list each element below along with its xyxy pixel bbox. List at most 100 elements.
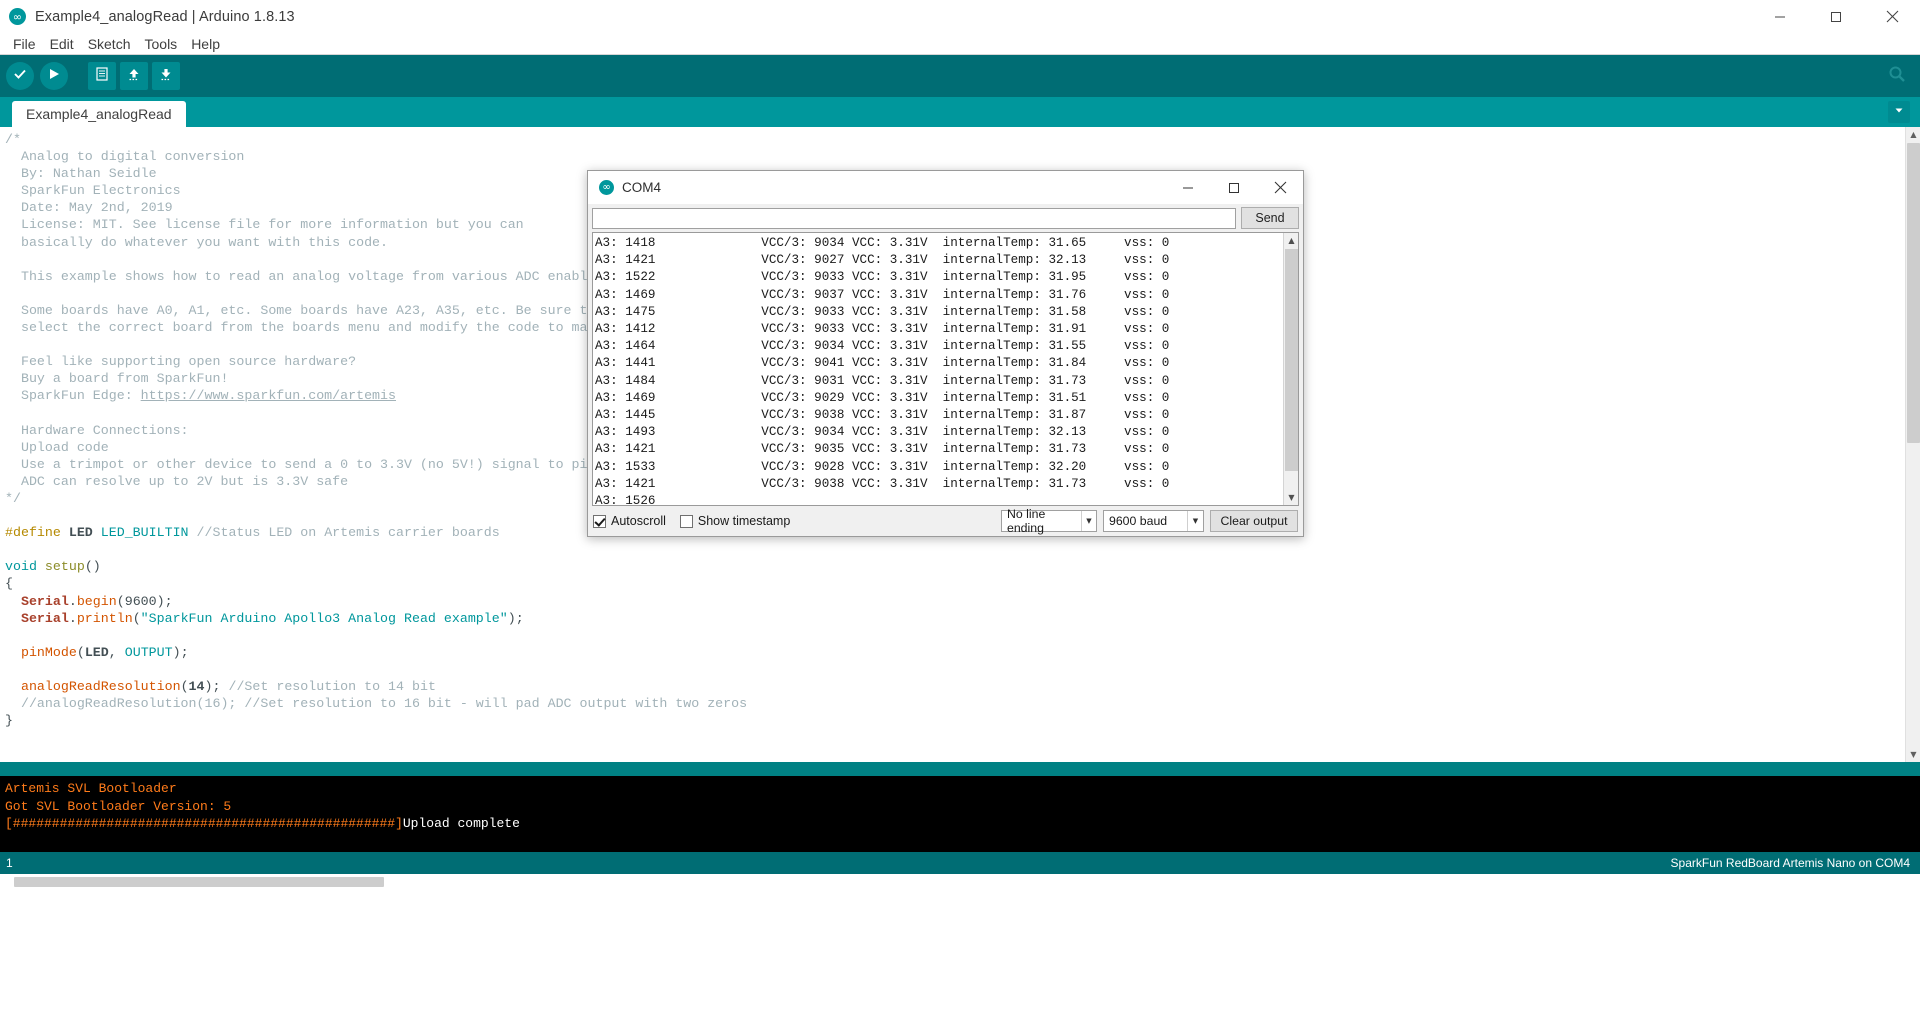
autoscroll-checkbox[interactable] (593, 514, 606, 528)
code-token: */ (5, 490, 21, 506)
bottom-strip (0, 874, 1920, 890)
code-line: Serial.begin(9600); (5, 593, 1920, 610)
maximize-icon[interactable] (1808, 0, 1864, 33)
serial-output-scrollbar[interactable]: ▲ ▼ (1283, 233, 1298, 505)
serial-output-row: A3: 1526 (595, 494, 762, 505)
scroll-up-icon[interactable]: ▲ (1284, 233, 1298, 248)
chevron-down-icon (1893, 103, 1905, 121)
code-token: Serial (5, 593, 69, 609)
baud-rate-value: 9600 baud (1109, 514, 1168, 528)
magnifier-icon (1887, 64, 1907, 89)
arrow-down-icon (158, 66, 174, 87)
code-token: ADC can resolve up to 2V but is 3.3V saf… (5, 473, 349, 489)
code-token: "SparkFun Arduino Apollo3 Analog Read ex… (140, 610, 508, 626)
window-controls (1752, 0, 1920, 33)
show-timestamp-checkbox[interactable] (679, 514, 693, 528)
autoscroll-checkbox-wrap[interactable]: Autoscroll (593, 514, 666, 528)
console-horizontal-scrollbar[interactable] (14, 877, 384, 887)
serial-monitor-footer: Autoscroll Show timestamp No line ending… (588, 506, 1303, 536)
show-timestamp-checkbox-wrap[interactable]: Show timestamp (679, 514, 790, 528)
close-icon[interactable] (1864, 0, 1920, 33)
statusbar: 1 SparkFun RedBoard Artemis Nano on COM4 (0, 852, 1920, 874)
code-token: . (68, 610, 77, 626)
code-token: Serial (5, 610, 69, 626)
code-token: () (84, 559, 101, 575)
code-token: Analog to digital conversion (5, 149, 245, 165)
save-sketch-button[interactable] (152, 62, 180, 90)
minimize-icon[interactable] (1165, 171, 1211, 204)
code-token: License: MIT. See license file for more … (5, 217, 524, 233)
code-token: Feel like supporting open source hardwar… (5, 354, 357, 370)
minimize-icon[interactable] (1752, 0, 1808, 33)
code-token: /* (5, 132, 21, 147)
scroll-down-icon[interactable]: ▼ (1906, 747, 1920, 762)
code-token: ( (180, 679, 189, 694)
code-token: Use a trimpot or other device to send a … (5, 456, 644, 472)
code-link[interactable]: https://www.sparkfun.com/artemis (141, 388, 396, 403)
console-divider[interactable] (0, 762, 1920, 776)
code-token: ( (76, 644, 85, 660)
menu-item-file[interactable]: File (6, 34, 43, 54)
autoscroll-label: Autoscroll (611, 514, 666, 528)
code-line: //analogReadResolution(16); //Set resolu… (5, 695, 1920, 712)
menu-item-sketch[interactable]: Sketch (81, 34, 138, 54)
code-token: begin (76, 593, 117, 609)
serial-output-row: A3: 1412 VCC/3: 9033 VCC: 3.31V internal… (595, 322, 1170, 337)
serial-send-input[interactable] (592, 207, 1236, 229)
serial-monitor-button[interactable] (1882, 61, 1912, 91)
upload-button[interactable] (40, 62, 68, 90)
menu-item-help[interactable]: Help (184, 34, 227, 54)
code-token: ); (172, 644, 189, 660)
console-line: Artemis SVL Bootloader (5, 780, 1920, 798)
line-ending-value: No line ending (1007, 507, 1046, 535)
menu-item-tools[interactable]: Tools (138, 34, 185, 54)
code-line: pinMode(LED, OUTPUT); (5, 644, 1920, 661)
serial-output-text: A3: 1418 VCC/3: 9034 VCC: 3.31V internal… (593, 233, 1298, 505)
editor-vertical-scrollbar[interactable]: ▲ ▼ (1905, 127, 1920, 762)
console-text: Artemis SVL Bootloader (5, 781, 177, 796)
tab-example4-analogread[interactable]: Example4_analogRead (12, 101, 186, 127)
serial-output-area: A3: 1418 VCC/3: 9034 VCC: 3.31V internal… (592, 232, 1299, 506)
menubar: File Edit Sketch Tools Help (0, 33, 1920, 55)
serial-scrollbar-thumb[interactable] (1285, 249, 1298, 471)
code-token: SparkFun Edge: (5, 388, 141, 404)
line-ending-select[interactable]: No line ending ▼ (1001, 507, 1097, 535)
editor-scrollbar-thumb[interactable] (1907, 143, 1920, 443)
tab-menu-button[interactable] (1888, 101, 1910, 123)
close-icon[interactable] (1257, 171, 1303, 204)
code-token: ); (507, 610, 524, 626)
menu-item-edit[interactable]: Edit (43, 34, 81, 54)
code-token: ( (132, 610, 141, 626)
new-sketch-button[interactable] (88, 62, 116, 90)
code-token: Upload code (5, 439, 109, 455)
code-token: void (5, 559, 45, 575)
send-button[interactable]: Send (1241, 207, 1299, 229)
console-line: [#######################################… (5, 815, 1920, 833)
serial-monitor-titlebar: COM4 (588, 171, 1303, 204)
code-token: LED_BUILTIN (100, 525, 189, 541)
code-line: /* (5, 131, 1920, 148)
chevron-down-icon: ▼ (1080, 511, 1096, 531)
code-token: basically do whatever you want with this… (5, 234, 389, 250)
scroll-down-icon[interactable]: ▼ (1284, 490, 1298, 505)
code-token: analogReadResolution (20, 679, 181, 694)
baud-rate-select[interactable]: 9600 baud ▼ (1103, 510, 1204, 532)
scroll-up-icon[interactable]: ▲ (1906, 127, 1920, 142)
code-line: void setup() (5, 558, 1920, 575)
open-sketch-button[interactable] (120, 62, 148, 90)
maximize-icon[interactable] (1211, 171, 1257, 204)
serial-output-row: A3: 1469 VCC/3: 9037 VCC: 3.31V internal… (595, 287, 1170, 302)
chevron-down-icon: ▼ (1187, 511, 1203, 531)
code-token: Date: May 2nd, 2019 (5, 200, 173, 216)
arduino-infinity-logo-icon (9, 8, 26, 25)
verify-button[interactable] (6, 62, 34, 90)
code-token: LED (68, 525, 101, 541)
code-token: Hardware Connections: (5, 422, 189, 438)
clear-output-button[interactable]: Clear output (1210, 510, 1298, 532)
console-line: Got SVL Bootloader Version: 5 (5, 798, 1920, 816)
output-console: Artemis SVL Bootloader Got SVL Bootloader… (0, 776, 1920, 852)
code-token: By: Nathan Seidle (5, 166, 157, 182)
code-token: #define (5, 525, 69, 541)
